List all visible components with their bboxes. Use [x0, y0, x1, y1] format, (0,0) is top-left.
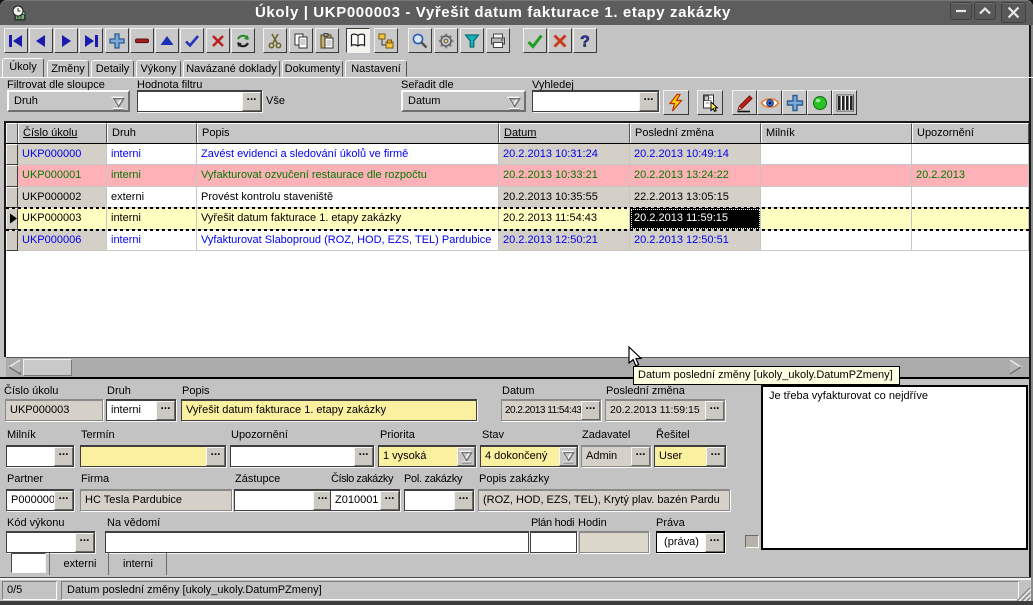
svg-text:?: ?: [580, 33, 590, 50]
